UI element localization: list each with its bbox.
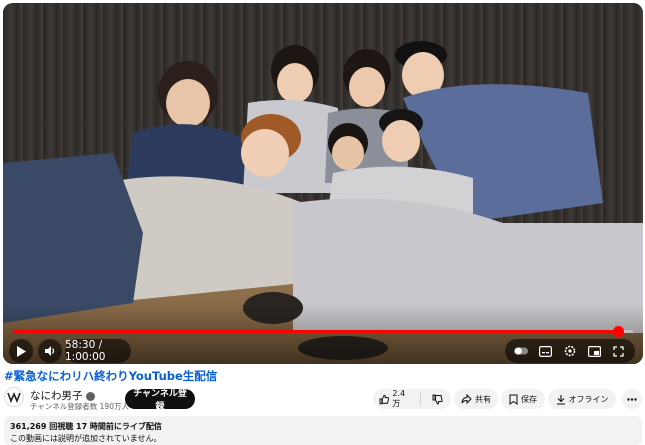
share-label: 共有 — [475, 394, 491, 404]
subtitles-icon[interactable] — [539, 344, 553, 358]
offline-download-button[interactable]: オフライン — [548, 389, 616, 409]
player-right-controls — [505, 339, 635, 363]
save-label: 保存 — [521, 394, 537, 404]
subscriber-count: チャンネル登録者数 190万人 — [30, 402, 129, 411]
play-button[interactable] — [9, 339, 33, 363]
miniplayer-icon[interactable] — [587, 344, 601, 358]
bookmark-icon — [509, 394, 518, 405]
autoplay-toggle-icon[interactable] — [514, 344, 529, 358]
thumbs-down-icon — [432, 394, 443, 405]
progress-bar-fill — [13, 330, 618, 333]
fullscreen-icon[interactable] — [612, 344, 626, 358]
progress-bar[interactable] — [13, 326, 633, 337]
more-horizontal-icon — [627, 397, 637, 401]
description-text: この動画には説明が追加されていません。 — [10, 434, 162, 443]
save-button[interactable]: 保存 — [501, 389, 545, 409]
description-box[interactable]: 361,269 回視聴 17 時間前にライブ配信 この動画には説明が追加されてい… — [4, 416, 642, 445]
verified-badge-icon — [85, 391, 95, 401]
share-button[interactable]: 共有 — [454, 389, 498, 409]
share-arrow-icon — [461, 394, 472, 404]
more-actions-button[interactable] — [622, 389, 642, 409]
like-button[interactable]: 2.4万 — [373, 389, 421, 408]
progress-scrubber[interactable] — [612, 326, 624, 337]
volume-icon — [45, 346, 55, 356]
video-title[interactable]: #緊急なにわリハ終わりYouTube生配信 — [4, 368, 217, 384]
subscribe-button[interactable]: チャンネル登録 — [125, 388, 195, 411]
channel-avatar[interactable] — [4, 387, 24, 407]
volume-button[interactable] — [38, 339, 62, 363]
time-display: 58:30 / 1:00:00 — [65, 339, 131, 363]
dislike-button[interactable] — [424, 394, 451, 405]
settings-gear-icon[interactable] — [563, 344, 577, 358]
channel-logo-icon — [7, 391, 21, 403]
download-icon — [556, 394, 565, 405]
thumbs-up-icon — [379, 394, 390, 404]
play-icon — [17, 345, 26, 357]
video-player[interactable]: 58:30 / 1:00:00 — [3, 3, 643, 364]
offline-label: オフライン — [568, 394, 609, 404]
like-count: 2.4万 — [392, 389, 406, 408]
view-stats: 361,269 回視聴 17 時間前にライブ配信 — [10, 422, 162, 431]
like-dislike-group: 2.4万 — [373, 389, 451, 409]
